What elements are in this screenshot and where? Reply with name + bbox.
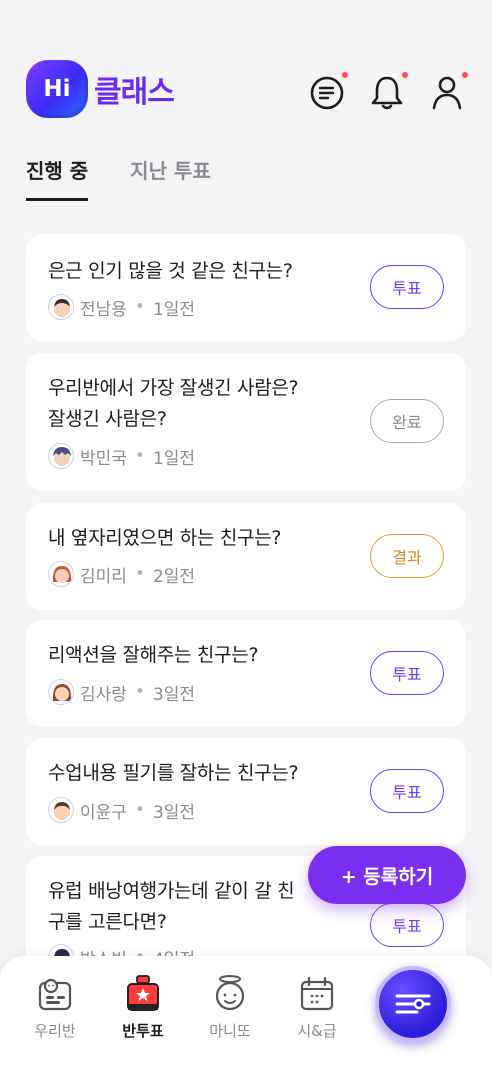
- poll-time: 2일전: [152, 566, 196, 587]
- meta-separator: •: [134, 682, 145, 702]
- notification-dot: [402, 72, 408, 78]
- app-header: Hi 클래스: [0, 0, 492, 130]
- nav-item-schedule[interactable]: 시&급: [282, 974, 352, 1041]
- meta-separator: •: [134, 800, 145, 820]
- poll-question: 은근 인기 많을 것 같은 친구는?: [48, 260, 293, 282]
- poll-question: 수업내용 필기를 잘하는 친구는?: [48, 762, 299, 784]
- nav-label: 마니또: [209, 1022, 251, 1040]
- poll-meta: 김미리 • 2일전: [48, 561, 195, 587]
- vote-button[interactable]: 투표: [370, 265, 444, 309]
- filter-menu-button[interactable]: [375, 966, 451, 1042]
- tab-past-votes[interactable]: 지난 투표: [130, 155, 211, 201]
- poll-meta: 김사랑 • 3일전: [48, 679, 195, 705]
- poll-card[interactable]: 은근 인기 많을 것 같은 친구는? 전남용 • 1일전 투표: [26, 234, 466, 341]
- calendar-icon: [300, 976, 334, 1011]
- avatar: [48, 294, 74, 320]
- meta-separator: •: [134, 564, 145, 584]
- poll-question: 유럽 배낭여행가는데 같이 갈 친 구를 고른다면?: [48, 880, 295, 933]
- poll-author: 김미리: [80, 566, 127, 587]
- avatar: [48, 797, 74, 823]
- poll-card[interactable]: 리액션을 잘해주는 친구는? 김사랑 • 3일전 투표: [26, 620, 466, 727]
- meta-separator: •: [134, 446, 145, 466]
- poll-card[interactable]: 우리반에서 가장 잘생긴 사람은? 잘생긴 사람은? 박민국 • 1일전 완료: [26, 353, 466, 491]
- logo-badge: Hi: [26, 60, 88, 118]
- poll-author: 김사랑: [80, 684, 127, 705]
- tab-in-progress[interactable]: 진행 중: [26, 155, 89, 201]
- register-poll-button[interactable]: + 등록하기: [308, 846, 466, 904]
- poll-question: 내 옆자리였으면 하는 친구는?: [48, 527, 282, 549]
- app-logo: Hi 클래스: [26, 60, 175, 118]
- avatar: [48, 443, 74, 469]
- chat-icon[interactable]: [308, 72, 348, 112]
- poll-author: 이윤구: [80, 802, 127, 823]
- poll-card[interactable]: 수업내용 필기를 잘하는 친구는? 이윤구 • 3일전 투표: [26, 738, 466, 845]
- vote-box-icon: [127, 975, 159, 1011]
- poll-meta: 이윤구 • 3일전: [48, 797, 195, 823]
- poll-card[interactable]: 내 옆자리였으면 하는 친구는? 김미리 • 2일전 결과: [26, 503, 466, 610]
- bell-icon[interactable]: [368, 72, 408, 112]
- profile-icon[interactable]: [428, 72, 468, 112]
- poll-time: 3일전: [152, 684, 196, 705]
- meta-separator: •: [134, 297, 145, 317]
- poll-meta: 전남용 • 1일전: [48, 294, 195, 320]
- vote-button[interactable]: 투표: [370, 903, 444, 947]
- poll-author: 전남용: [80, 299, 127, 320]
- poll-time: 1일전: [152, 448, 196, 469]
- angel-icon: [215, 975, 245, 1011]
- app-title: 클래스: [94, 75, 175, 110]
- notification-dot: [342, 72, 348, 78]
- done-button[interactable]: 완료: [370, 399, 444, 443]
- nav-label: 시&급: [297, 1022, 337, 1040]
- poll-time: 3일전: [152, 802, 196, 823]
- nav-item-vote[interactable]: 반투표: [108, 974, 178, 1041]
- poll-question: 리액션을 잘해주는 친구는?: [48, 644, 259, 666]
- notification-dot: [462, 72, 468, 78]
- result-button[interactable]: 결과: [370, 534, 444, 578]
- poll-time: 1일전: [152, 299, 196, 320]
- poll-meta: 박민국 • 1일전: [48, 443, 195, 469]
- nav-label: 반투표: [122, 1022, 164, 1040]
- poll-author: 박민국: [80, 448, 127, 469]
- avatar: [48, 561, 74, 587]
- poll-question: 우리반에서 가장 잘생긴 사람은? 잘생긴 사람은?: [48, 377, 299, 430]
- nav-label: 우리반: [34, 1022, 76, 1040]
- class-card-icon: [38, 978, 72, 1011]
- nav-item-class[interactable]: 우리반: [20, 974, 90, 1041]
- tab-bar: 진행 중 지난 투표: [26, 155, 253, 201]
- avatar: [48, 679, 74, 705]
- vote-button[interactable]: 투표: [370, 769, 444, 813]
- sliders-icon: [395, 994, 431, 1014]
- vote-button[interactable]: 투표: [370, 651, 444, 695]
- nav-item-manitto[interactable]: 마니또: [195, 974, 265, 1041]
